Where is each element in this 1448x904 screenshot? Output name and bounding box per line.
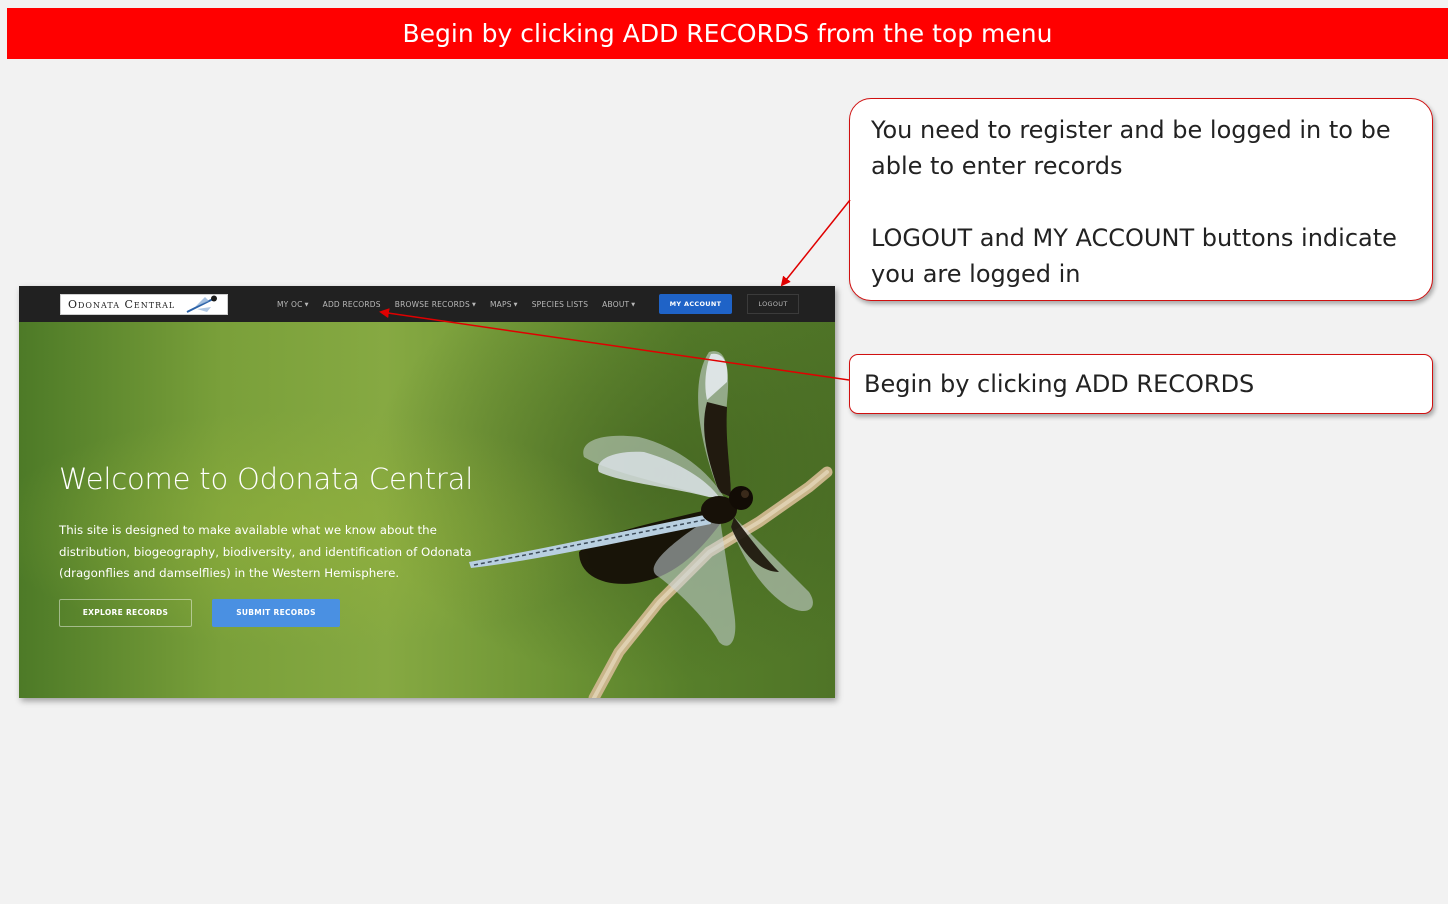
hero-description: This site is designed to make available … xyxy=(59,523,472,580)
dragonfly-logo-icon xyxy=(186,295,217,313)
nav-maps[interactable]: MAPS ▼ xyxy=(490,300,518,309)
logout-button[interactable]: LOGOUT xyxy=(747,294,799,314)
site-navbar: Odonata Central MY OC ▼ ADD RECORDS BROWS… xyxy=(19,286,835,322)
slide-title: Begin by clicking ADD RECORDS from the t… xyxy=(7,8,1448,59)
caret-down-icon: ▼ xyxy=(304,301,309,308)
arrow-to-logout xyxy=(780,199,851,287)
hero-title: Welcome to Odonata Central xyxy=(59,462,474,496)
nav-browse-records[interactable]: BROWSE RECORDS ▼ xyxy=(395,300,476,309)
main-nav: MY OC ▼ ADD RECORDS BROWSE RECORDS ▼ MAPS ▼… xyxy=(277,286,649,322)
add-records-callout: Begin by clicking ADD RECORDS xyxy=(849,354,1433,414)
website-screenshot: Odonata Central MY OC ▼ ADD RECORDS BROWS… xyxy=(19,286,835,698)
caret-down-icon: ▼ xyxy=(471,301,476,308)
caret-down-icon: ▼ xyxy=(631,301,636,308)
login-callout: You need to register and be logged in to… xyxy=(849,98,1433,301)
nav-about[interactable]: ABOUT ▼ xyxy=(602,300,635,309)
logo-text: Odonata Central xyxy=(68,298,176,311)
login-callout-line1: You need to register and be logged in to… xyxy=(871,116,1391,180)
nav-my-oc[interactable]: MY OC ▼ xyxy=(277,300,309,309)
nav-add-records[interactable]: ADD RECORDS xyxy=(323,300,381,309)
dragonfly-photo xyxy=(469,351,833,698)
explore-records-button[interactable]: EXPLORE RECORDS xyxy=(59,599,192,627)
submit-records-button[interactable]: SUBMIT RECORDS xyxy=(212,599,340,627)
caret-down-icon: ▼ xyxy=(513,301,518,308)
hero-banner: Welcome to Odonata Central This site is … xyxy=(19,322,835,698)
login-callout-line2: LOGOUT and MY ACCOUNT buttons indicate y… xyxy=(871,224,1397,288)
site-logo[interactable]: Odonata Central xyxy=(60,294,228,315)
my-account-button[interactable]: MY ACCOUNT xyxy=(659,294,732,314)
nav-species-lists[interactable]: SPECIES LISTS xyxy=(532,300,588,309)
